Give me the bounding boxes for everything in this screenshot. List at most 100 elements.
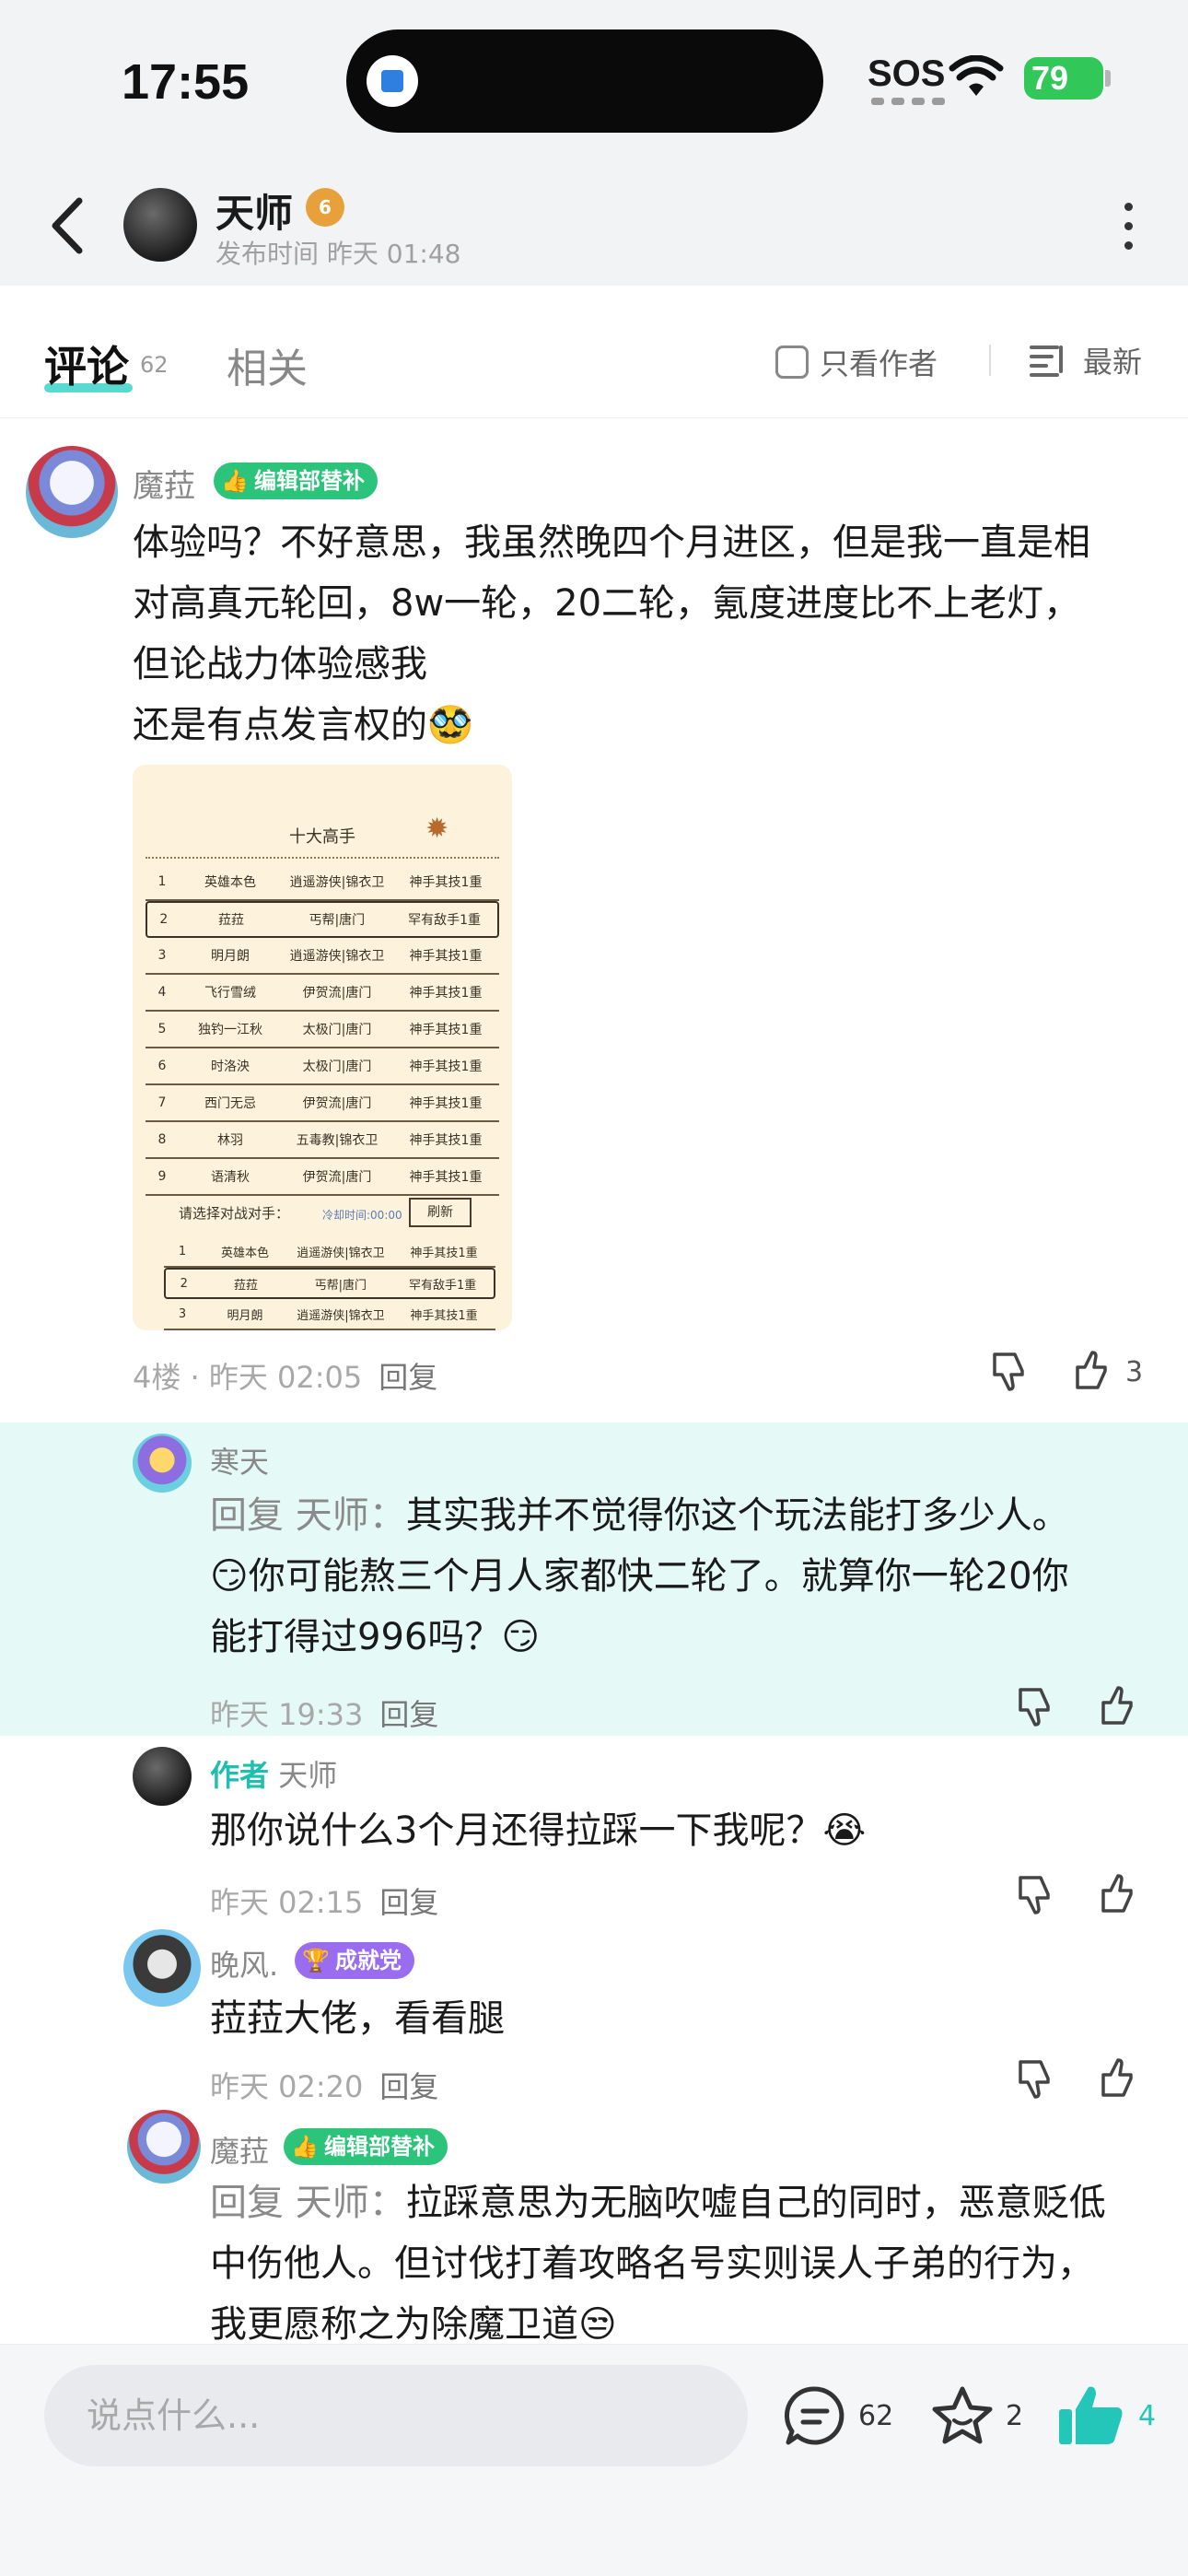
reply-line: 回复 天师：其实我并不觉得你这个玩法能打多少人。 [210,1485,1069,1546]
reply-button[interactable]: 回复 [379,2069,438,2104]
signal-dots-icon [871,98,945,105]
reply-time: 昨天 02:20 [210,2069,364,2104]
thumbs-up-icon[interactable] [1070,1349,1114,1393]
table-row: 5 独钓一江秋 太极门|唐门 神手其技1重 [146,1012,499,1048]
reply-name-row: 作者 天师 [210,1752,337,1795]
reply-meta: 昨天 02:20 回复 [210,2064,438,2106]
tab-comments[interactable]: 评论 [44,334,129,394]
thumbs-down-icon[interactable] [1013,1684,1057,1728]
comment-image[interactable]: 十大高手 ✹ 1 英雄本色 逍遥游侠|锦衣卫 神手其技1重 2 菈菈 丐帮|唐门 罕有敌手1… [133,765,512,1330]
table-row: 6 时洛泱 太极门|唐门 神手其技1重 [146,1048,499,1085]
reply-line: 中伤他人。但讨伐打着攻略名号实则误人子弟的行为， [210,2242,1094,2285]
more-options-icon[interactable] [1114,203,1142,258]
battery-level: 79 [1031,59,1069,97]
reply-avatar[interactable] [123,1929,201,2007]
author-name[interactable]: 天师 [215,182,293,239]
post-header: 天师 6 发布时间 昨天 01:48 [0,166,1188,286]
tab-related[interactable]: 相关 [227,335,308,394]
island-app-icon [367,55,418,107]
table-row: 3 明月朗 逍遥游侠|锦衣卫 神手其技1重 [164,1299,495,1330]
tabs-divider [989,345,991,376]
status-bar: 17:55 SOS 79 [0,0,1188,166]
commenter-name[interactable]: 魔菈 [133,461,195,506]
sort-button[interactable]: 最新 [1030,339,1142,381]
reply-name[interactable]: 晚风. [210,1942,278,1985]
reply-meta: 昨天 19:33 回复 [210,1692,438,1734]
reply-text: 那你说什么3个月还得拉踩一下我呢？😭 [210,1800,866,1861]
reply-line: 那你说什么3个月还得拉踩一下我呢？😭 [210,1809,867,1852]
sos-indicator: SOS [868,53,946,94]
thumbs-down-icon[interactable] [1013,2056,1057,2101]
battery-cap [1105,70,1111,87]
comment-input[interactable] [44,2365,748,2466]
like-count: 3 [1125,1356,1144,1388]
reply-text: 菈菈大佬，看看腿 [210,1988,505,2049]
reply-line: 😏你可能熬三个月人家都快二轮了。就算你一轮20你 [210,1555,1069,1598]
comments-count: 62 [858,2399,894,2432]
table-row: 4 飞行雪绒 伊贺流|唐门 神手其技1重 [146,975,499,1012]
publish-time: 发布时间 昨天 01:48 [215,239,461,269]
image-prompt: 请选择对战对手： [179,1205,290,1222]
table-row: 2 菈菈 丐帮|唐门 罕有敌手1重 [146,901,499,938]
commenter-avatar[interactable] [26,446,118,538]
only-author-checkbox[interactable] [775,345,809,379]
author-avatar[interactable] [123,188,197,262]
image-cooldown: 冷却时间:00:00 [322,1209,402,1222]
thumbs-up-icon[interactable] [1096,1872,1140,1916]
table-row: 9 语清秋 伊贺流|唐门 神手其技1重 [146,1159,499,1196]
reply-button[interactable]: 回复 [379,1360,437,1395]
thumbs-up-filled-icon [1059,2386,1123,2444]
bottom-action-bar: 62 2 4 [0,2344,1188,2576]
reply-text: 回复 天师：拉踩意思为无脑吹嘘自己的同时，恶意贬低 中伤他人。但讨伐打着攻略名号… [210,2172,1106,2355]
favorite-button[interactable]: 2 [930,2383,1023,2448]
editor-badge: 编辑部替补 [284,2128,448,2165]
comment-text: 体验吗？不好意思，我虽然晚四个月进区，但是我一直是相 对高真元轮回，8w一轮，2… [133,512,1090,755]
reply-line: 能打得过996吗？😏 [210,1616,541,1658]
dynamic-island [346,29,823,133]
reply-avatar[interactable] [127,2110,201,2184]
comment-line: 还是有点发言权的🥸 [133,704,473,746]
table-row: 1 英雄本色 逍遥游侠|锦衣卫 神手其技1重 [146,864,499,901]
sort-label: 最新 [1083,345,1143,380]
reply-avatar[interactable] [133,1434,192,1493]
comments-button[interactable]: 62 [783,2383,893,2448]
reply-button[interactable]: 回复 [379,1697,438,1732]
tab-comments-count: 62 [140,352,169,378]
reply-line-text: 其实我并不觉得你这个玩法能打多少人。 [405,1494,1069,1537]
thumbs-up-icon[interactable] [1096,2056,1140,2101]
only-author-label: 只看作者 [820,346,938,381]
only-author-toggle[interactable]: 只看作者 [775,341,938,383]
reply-time: 昨天 19:33 [210,1697,364,1732]
author-tag: 作者 [210,1758,270,1793]
reply-button[interactable]: 回复 [379,1885,438,1920]
thumbs-up-icon[interactable] [1096,1684,1140,1728]
gear-icon: ✹ [425,813,449,845]
reply-name[interactable]: 魔菈 [210,2128,269,2171]
reply-time: 昨天 02:15 [210,1885,364,1920]
image-refresh-label: 刷新 [409,1198,472,1227]
image-divider [146,857,499,859]
comment-line: 但论战力体验感我 [133,643,427,685]
comment-bubble-icon [784,2386,844,2445]
reply-name[interactable]: 寒天 [210,1439,269,1481]
wifi-icon [949,55,1004,96]
thumbs-down-icon[interactable] [987,1349,1031,1393]
like-button[interactable]: 4 [1057,2383,1156,2448]
image-title: 十大高手 [289,827,355,847]
reply-line: 回复 天师：拉踩意思为无脑吹嘘自己的同时，恶意贬低 [210,2172,1106,2233]
comment-input-wrapper[interactable] [44,2365,748,2466]
reply-prefix: 回复 天师： [210,2182,406,2224]
reply-meta: 昨天 02:15 回复 [210,1879,438,1922]
thumbs-down-icon[interactable] [1013,1872,1057,1916]
back-icon[interactable] [42,193,98,258]
comment-line: 体验吗？不好意思，我虽然晚四个月进区，但是我一直是相 [133,521,1090,564]
comment-tabs: 评论 62 相关 只看作者 最新 [0,286,1188,418]
table-row: 3 明月朗 逍遥游侠|锦衣卫 神手其技1重 [146,938,499,975]
likes-count: 4 [1138,2399,1157,2432]
comment-meta: 4楼 · 昨天 02:05 回复 [133,1354,437,1397]
comment-floor-time: 4楼 · 昨天 02:05 [133,1360,363,1395]
reply-line-text: 拉踩意思为无脑吹嘘自己的同时，恶意贬低 [405,2182,1106,2224]
battery-icon: 79 [1024,57,1103,100]
reply-avatar[interactable] [133,1747,192,1806]
reply-name[interactable]: 天师 [278,1758,337,1793]
